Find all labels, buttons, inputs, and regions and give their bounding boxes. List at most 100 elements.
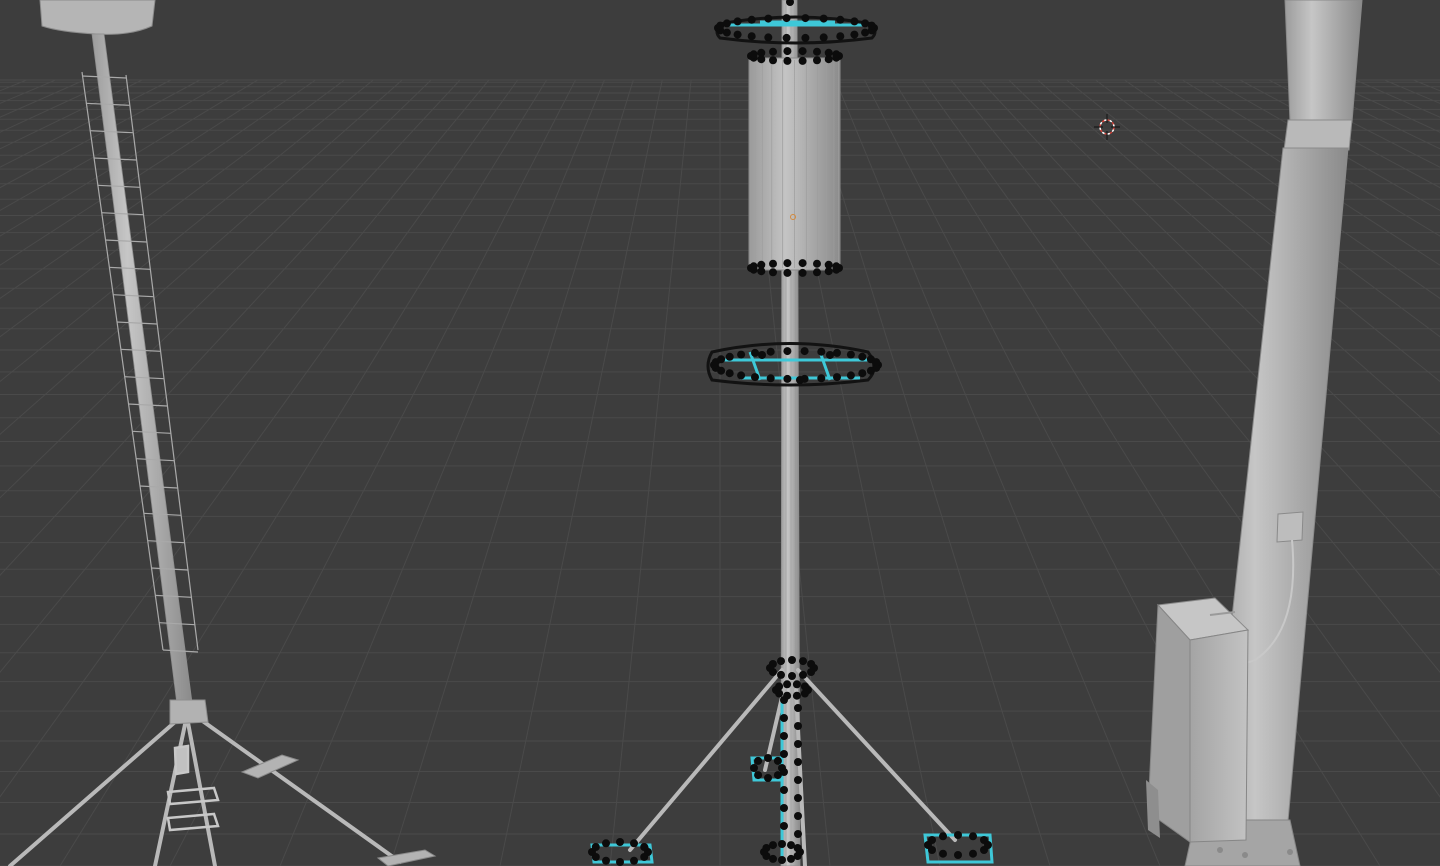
mesh-vertex[interactable] [813,268,821,277]
mesh-vertex[interactable] [783,56,792,65]
mesh-vertex[interactable] [769,47,777,56]
mesh-vertex[interactable] [861,28,870,37]
mesh-vertex[interactable] [754,771,763,780]
mesh-vertex[interactable] [794,776,802,784]
mesh-vertex[interactable] [836,32,845,41]
mesh-vertex[interactable] [813,47,821,56]
mesh-vertex[interactable] [824,260,833,269]
mesh-vertex[interactable] [780,768,788,776]
mesh-vertex[interactable] [836,15,845,24]
mesh-vertex[interactable] [794,740,802,748]
mesh-vertex[interactable] [783,268,792,277]
mesh-vertex[interactable] [764,33,773,42]
mesh-vertex[interactable] [777,670,785,679]
mesh-vertex[interactable] [817,347,826,356]
mesh-vertex[interactable] [832,262,841,271]
mesh-vertex[interactable] [783,374,792,383]
mesh-vertex[interactable] [792,691,801,700]
mesh-vertex[interactable] [769,259,777,268]
mesh-vertex[interactable] [793,844,802,852]
mesh-vertex[interactable] [783,347,792,356]
mesh-vertex[interactable] [780,750,788,758]
mesh-vertex[interactable] [954,831,962,839]
mesh-vertex[interactable] [751,373,759,382]
mesh-vertex[interactable] [764,14,773,23]
mesh-vertex[interactable] [725,352,734,361]
mesh-vertex[interactable] [794,758,802,766]
mesh-vertex[interactable] [640,853,649,861]
mesh-vertex[interactable] [769,268,777,277]
mesh-vertex[interactable] [733,30,742,39]
3d-viewport[interactable] [0,0,1440,866]
mesh-vertex[interactable] [939,832,947,841]
mesh-vertex[interactable] [792,680,801,689]
mesh-vertex[interactable] [757,48,766,57]
mesh-vertex[interactable] [750,764,758,772]
mesh-vertex[interactable] [969,849,977,858]
mesh-vertex[interactable] [800,682,809,691]
mesh-vertex[interactable] [722,19,731,28]
mesh-vertex[interactable] [780,786,788,794]
mesh-vertex[interactable] [794,812,802,820]
mesh-vertex[interactable] [846,350,855,359]
mesh-vertex[interactable] [737,350,746,359]
mesh-vertex[interactable] [798,259,807,268]
mesh-vertex[interactable] [813,56,821,65]
mesh-vertex[interactable] [733,17,742,26]
mesh-vertex[interactable] [939,849,947,858]
mesh-vertex[interactable] [980,846,988,854]
mesh-vertex[interactable] [807,660,816,668]
mesh-vertex[interactable] [783,259,792,268]
mesh-vertex[interactable] [778,856,786,864]
mesh-vertex[interactable] [616,858,624,866]
mesh-vertex[interactable] [747,15,756,24]
mesh-vertex[interactable] [850,30,859,39]
mesh-vertex[interactable] [928,836,936,844]
mesh-vertex[interactable] [754,756,763,765]
mesh-vertex[interactable] [717,355,726,364]
mesh-vertex[interactable] [794,794,802,802]
mesh-vertex[interactable] [800,689,809,698]
mesh-vertex[interactable] [780,804,788,812]
mesh-vertex[interactable] [630,839,638,848]
mesh-vertex[interactable] [768,660,777,668]
mesh-vertex[interactable] [799,670,807,679]
mesh-vertex[interactable] [807,668,816,676]
mesh-vertex[interactable] [833,348,841,357]
mesh-vertex[interactable] [798,47,807,56]
mesh-vertex[interactable] [794,704,802,712]
mesh-vertex[interactable] [799,657,807,666]
mesh-vertex[interactable] [769,56,777,65]
mesh-vertex[interactable] [777,657,785,666]
mesh-vertex[interactable] [850,17,859,26]
mesh-vertex[interactable] [602,839,610,848]
mesh-vertex[interactable] [782,33,791,42]
mesh-vertex[interactable] [798,268,807,277]
mesh-vertex[interactable] [800,347,809,356]
mesh-vertex[interactable] [794,830,802,838]
mesh-vertex[interactable] [749,262,758,271]
mesh-vertex[interactable] [769,841,777,850]
mesh-vertex[interactable] [819,14,828,23]
mesh-vertex[interactable] [788,656,796,664]
mesh-vertex[interactable] [832,50,841,59]
mesh-vertex[interactable] [980,836,988,844]
mesh-vertex[interactable] [780,696,788,704]
mesh-vertex[interactable] [764,754,772,762]
mesh-vertex[interactable] [788,672,796,680]
mesh-vertex[interactable] [796,376,804,384]
mesh-vertex[interactable] [866,366,875,375]
mesh-vertex[interactable] [783,680,792,689]
mesh-vertex[interactable] [757,260,766,269]
mesh-vertex[interactable] [858,352,867,361]
mesh-vertex[interactable] [826,351,834,359]
mesh-vertex[interactable] [833,373,841,382]
mesh-vertex[interactable] [787,854,795,863]
mesh-vertex[interactable] [616,838,624,846]
mesh-vertex[interactable] [778,840,786,848]
mesh-vertex[interactable] [813,259,821,268]
mesh-vertex[interactable] [969,832,977,841]
mesh-vertex[interactable] [794,722,802,730]
mesh-vertex[interactable] [737,371,746,380]
mesh-vertex[interactable] [846,371,855,380]
